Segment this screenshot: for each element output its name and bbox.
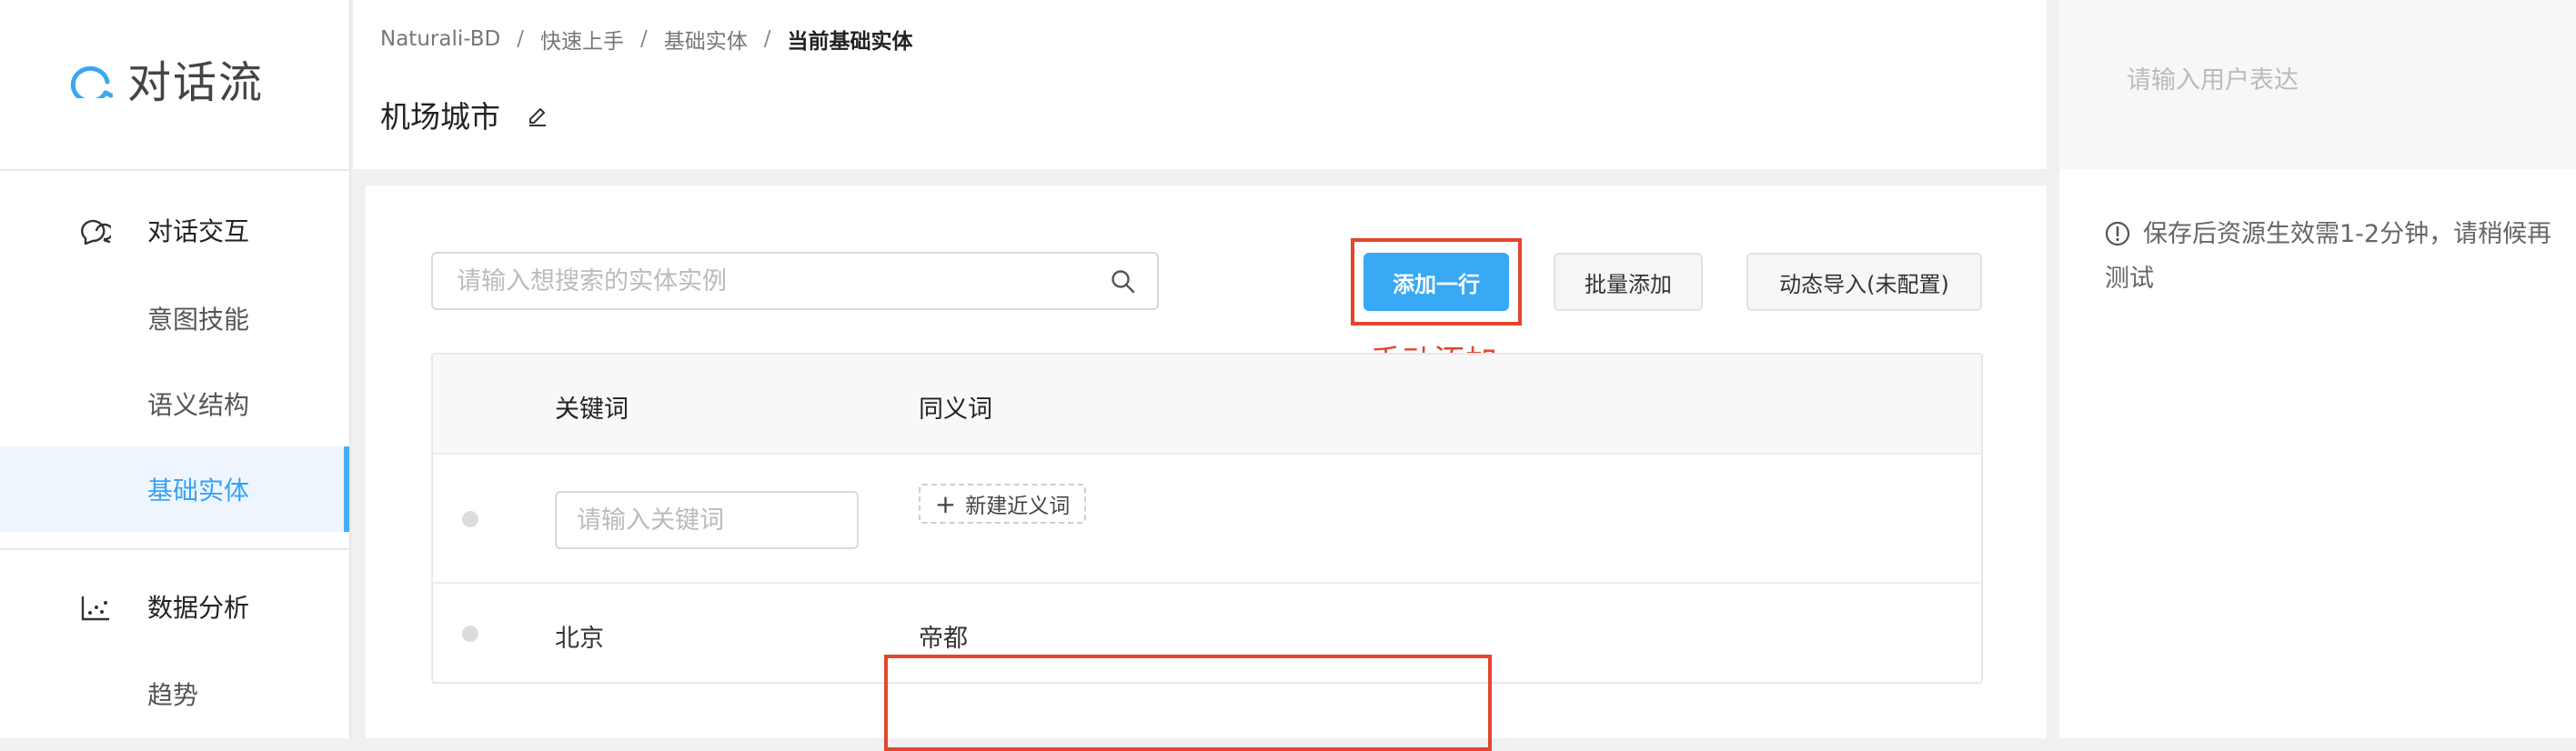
sidebar-divider — [0, 169, 349, 171]
annotation-highlight-box — [884, 655, 1492, 751]
sidebar-item-base-entities[interactable]: 基础实体 — [0, 446, 349, 532]
row-status-dot — [462, 511, 478, 527]
dynamic-import-button[interactable]: 动态导入(未配置) — [1746, 253, 1982, 311]
keyword-cell: 北京 — [555, 625, 604, 653]
sidebar-section-label: 对话交互 — [147, 216, 250, 246]
sidebar-item-label: 语义结构 — [147, 390, 250, 420]
app-name: 对话流 — [127, 57, 265, 108]
page-title: 机场城市 — [380, 99, 500, 135]
breadcrumb-separator: / — [763, 27, 771, 51]
search-icon[interactable] — [1110, 268, 1137, 299]
scatter-chart-icon — [80, 595, 111, 626]
notice-message: 保存后资源生效需1-2分钟，请稍候再测试 — [2105, 215, 2569, 299]
breadcrumb-link[interactable]: 基础实体 — [664, 24, 748, 55]
logo-icon — [70, 65, 113, 98]
info-icon — [2105, 219, 2130, 259]
app-logo[interactable]: 对话流 — [69, 51, 264, 108]
page-header: Naturali-BD / 快速上手 / 基础实体 / 当前基础实体 机场城市 — [353, 0, 2047, 169]
breadcrumb-separator: / — [639, 27, 648, 51]
table-header: 关键词 同义词 — [433, 355, 1981, 455]
active-indicator — [344, 446, 349, 532]
sidebar: 对话流 对话交互 意图技能 语义结构 基础实体 数据分析 趋势 — [0, 0, 351, 738]
batch-add-button[interactable]: 批量添加 — [1554, 253, 1703, 311]
entity-editor-card: 添加一行 批量添加 动态导入(未配置) 手动添加 关键词 同义词 + 新建近义词… — [366, 185, 2047, 751]
search-input[interactable] — [455, 254, 1092, 308]
breadcrumb: Naturali-BD / 快速上手 / 基础实体 / 当前基础实体 — [380, 24, 912, 55]
breadcrumb-separator: / — [517, 27, 524, 51]
keyword-input[interactable] — [555, 491, 859, 549]
sidebar-item-label: 意图技能 — [147, 305, 250, 335]
edit-pencil-icon[interactable] — [526, 103, 549, 126]
column-header-keyword: 关键词 — [555, 396, 629, 424]
breadcrumb-link[interactable]: Naturali-BD — [380, 27, 500, 51]
entity-table: 关键词 同义词 + 新建近义词 北京 帝都 — [431, 353, 1983, 684]
synonyms-cell: 帝都 — [919, 625, 968, 653]
plus-icon: + — [934, 488, 957, 519]
annotation-highlight-box — [1351, 238, 1522, 325]
add-synonym-button[interactable]: + 新建近义词 — [919, 484, 1086, 524]
sidebar-item-semantic-structure[interactable]: 语义结构 — [0, 361, 349, 446]
table-row-new: + 新建近义词 — [433, 455, 1981, 584]
row-status-dot — [462, 626, 478, 642]
chat-bubble-icon — [80, 218, 115, 249]
sidebar-item-label: 基础实体 — [147, 476, 250, 506]
sidebar-divider — [0, 548, 349, 550]
sidebar-item-trends[interactable]: 趋势 — [0, 651, 349, 736]
search-box — [431, 252, 1159, 310]
column-header-synonyms: 同义词 — [919, 396, 992, 424]
sidebar-section-label: 数据分析 — [147, 593, 250, 623]
breadcrumb-link[interactable]: 快速上手 — [540, 24, 624, 55]
user-expression-box — [2059, 0, 2576, 169]
sidebar-section-dialog[interactable]: 对话交互 — [0, 205, 349, 255]
sidebar-section-data-analysis[interactable]: 数据分析 — [0, 582, 349, 631]
sidebar-item-label: 趋势 — [147, 680, 199, 710]
notice-text: 保存后资源生效需1-2分钟，请稍候再测试 — [2105, 220, 2552, 293]
add-synonym-label: 新建近义词 — [965, 495, 1071, 518]
sidebar-item-intent-skills[interactable]: 意图技能 — [0, 275, 349, 361]
test-panel: 保存后资源生效需1-2分钟，请稍候再测试 — [2059, 0, 2576, 738]
user-expression-input[interactable] — [2125, 60, 2543, 100]
page-title-row: 机场城市 — [380, 93, 549, 136]
breadcrumb-current: 当前基础实体 — [787, 30, 913, 54]
